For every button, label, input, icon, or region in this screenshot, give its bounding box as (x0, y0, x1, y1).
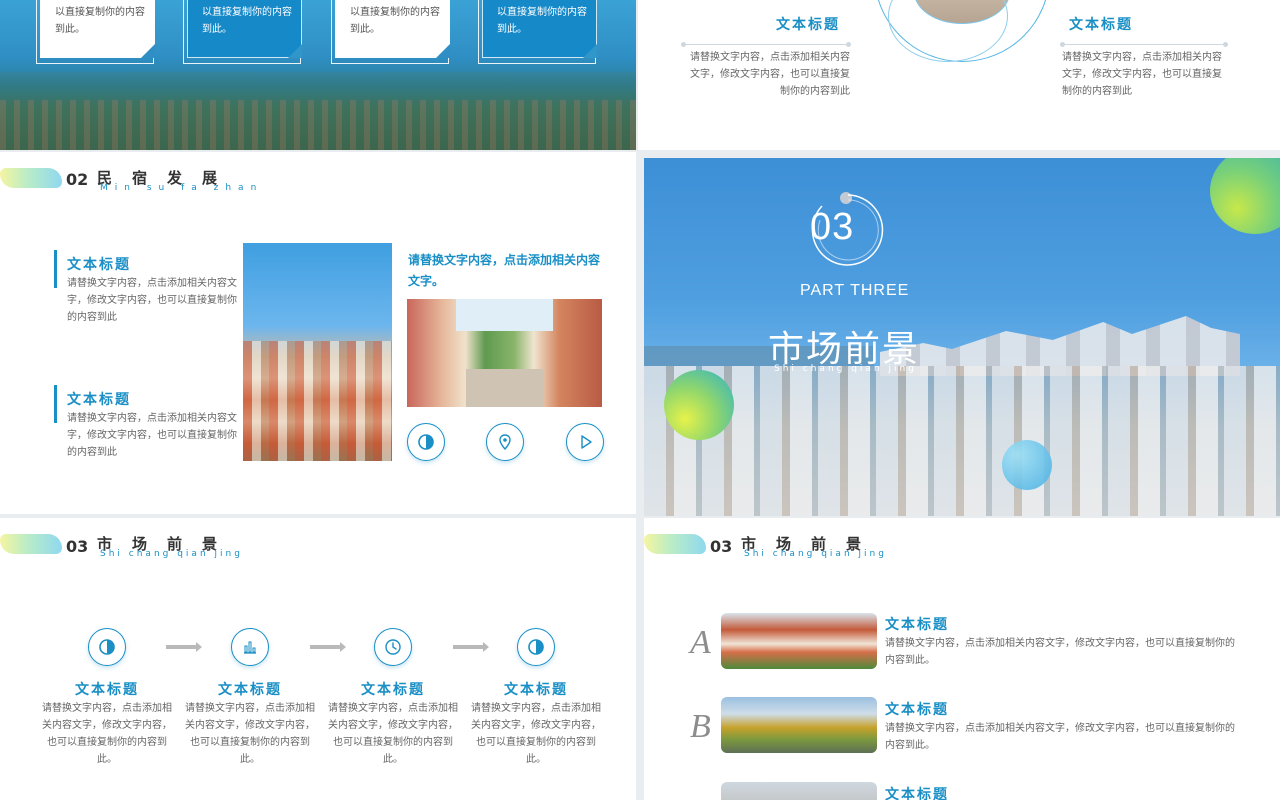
note-fold (288, 44, 302, 58)
slide-flow[interactable]: 03 市场前景 Shi chang qian jing 文本标题 请替换文字内容… (0, 518, 636, 800)
section-number: 02 (66, 170, 89, 189)
row-title: 文本标题 (885, 702, 949, 718)
item-title: 文本标题 (67, 257, 131, 273)
step-icon[interactable] (88, 628, 126, 666)
row-body: 请替换文字内容，点击添加相关内容文字，修改文字内容，也可以直接复制你的内容到此。 (885, 723, 1235, 751)
sky (455, 299, 554, 332)
slide-top-right[interactable]: 文本标题 请替换文字内容，点击添加相关内容文字，修改文字内容，也可以直接复制你的… (638, 0, 1280, 150)
slide-part-three[interactable] (644, 158, 1280, 516)
slide-abc-list[interactable]: 03 市场前景 Shi chang qian jing A 文本标题 请替换文字… (644, 518, 1280, 800)
accent-bar (54, 385, 57, 423)
part-number: 03 (810, 206, 855, 248)
slide-top-left[interactable]: 以直接复制你的内容到此。 以直接复制你的内容到此。 以直接复制你的内容到此。 以… (0, 0, 636, 150)
step-body: 请替换文字内容，点击添加相关内容文字，修改文字内容，也可以直接复制你的内容到此。 (185, 703, 315, 765)
arrow-right-icon (166, 642, 202, 652)
city-photo (644, 366, 1280, 516)
location-pin-icon (499, 434, 511, 451)
note-fold (583, 44, 597, 58)
divider (681, 42, 851, 47)
section-swoosh (0, 534, 62, 554)
note-text: 以直接复制你的内容到此。 (497, 7, 587, 35)
row-photo (721, 697, 877, 753)
bar-chart-icon (244, 641, 256, 654)
note-card[interactable]: 以直接复制你的内容到此。 (40, 0, 155, 58)
step-body: 请替换文字内容，点击添加相关内容文字，修改文字内容，也可以直接复制你的内容到此。 (42, 703, 172, 765)
step-icon[interactable] (374, 628, 412, 666)
section-swoosh (0, 168, 62, 188)
step-title: 文本标题 (75, 682, 139, 698)
note-card[interactable]: 以直接复制你的内容到此。 (187, 0, 302, 58)
note-fold (436, 44, 450, 58)
row-letter: B (690, 708, 711, 745)
decor-ball (1002, 440, 1052, 490)
step-icon[interactable] (517, 628, 555, 666)
location-button[interactable] (486, 423, 524, 461)
row-body: 请替换文字内容，点击添加相关内容文字，修改文字内容，也可以直接复制你的内容到此。 (885, 638, 1235, 666)
right-title: 文本标题 (1069, 17, 1133, 33)
right-body: 请替换文字内容，点击添加相关内容文字，修改文字内容，也可以直接复制你的内容到此 (1062, 52, 1222, 97)
item-title: 文本标题 (67, 392, 131, 408)
decor-ball (664, 370, 734, 440)
street-photo (407, 299, 602, 407)
section-pinyin: Shi chang qian jing (100, 549, 243, 559)
left-body: 请替换文字内容，点击添加相关内容文字，修改文字内容，也可以直接复制你的内容到此 (690, 52, 850, 97)
roofs (243, 341, 392, 461)
step-icon[interactable] (231, 628, 269, 666)
clock-icon (385, 639, 401, 655)
note-fold (141, 44, 155, 58)
town-photo (0, 100, 636, 150)
section-swoosh (644, 534, 706, 554)
left-title: 文本标题 (776, 17, 840, 33)
arrow-right-icon (453, 642, 489, 652)
arrow-right-icon (310, 642, 346, 652)
item-body: 请替换文字内容，点击添加相关内容文字，修改文字内容，也可以直接复制你的内容到此 (67, 278, 237, 323)
section-number: 03 (66, 537, 89, 556)
row-title: 文本标题 (885, 617, 949, 633)
part-label: PART THREE (800, 282, 910, 299)
step-title: 文本标题 (504, 682, 568, 698)
road (465, 369, 544, 407)
note-text: 以直接复制你的内容到此。 (350, 7, 440, 35)
accent-bar (54, 250, 57, 288)
part-pinyin: Shi chang qian jing (774, 364, 917, 374)
row-letter: A (690, 624, 711, 661)
play-icon (581, 435, 592, 449)
row-photo (721, 613, 877, 669)
note-card[interactable]: 以直接复制你的内容到此。 (335, 0, 450, 58)
note-card[interactable]: 以直接复制你的内容到此。 (482, 0, 597, 58)
city-photo (243, 243, 392, 461)
row-photo (721, 782, 877, 800)
decor-ball (1210, 158, 1280, 234)
section-pinyin: Shi chang qian jing (744, 549, 887, 559)
play-button[interactable] (566, 423, 604, 461)
note-text: 以直接复制你的内容到此。 (202, 7, 292, 35)
note-text: 以直接复制你的内容到此。 (55, 7, 145, 35)
step-body: 请替换文字内容，点击添加相关内容文字，修改文字内容，也可以直接复制你的内容到此。 (328, 703, 458, 765)
section-pinyin: Min su fa zhan (100, 183, 264, 193)
divider (1060, 42, 1228, 47)
quote-text: 请替换文字内容，点击添加相关内容文字。 (408, 253, 601, 288)
half-circle-icon (528, 639, 544, 655)
slide-min-su[interactable]: 02 民宿发展 Min su fa zhan 文本标题 请替换文字内容，点击添加… (0, 152, 636, 514)
row-title: 文本标题 (885, 787, 949, 800)
half-circle-button[interactable] (407, 423, 445, 461)
section-number: 03 (710, 537, 733, 556)
step-body: 请替换文字内容，点击添加相关内容文字，修改文字内容，也可以直接复制你的内容到此。 (471, 703, 601, 765)
half-circle-icon (418, 434, 434, 450)
step-title: 文本标题 (361, 682, 425, 698)
step-title: 文本标题 (218, 682, 282, 698)
half-circle-icon (99, 639, 115, 655)
item-body: 请替换文字内容，点击添加相关内容文字，修改文字内容，也可以直接复制你的内容到此 (67, 413, 237, 458)
